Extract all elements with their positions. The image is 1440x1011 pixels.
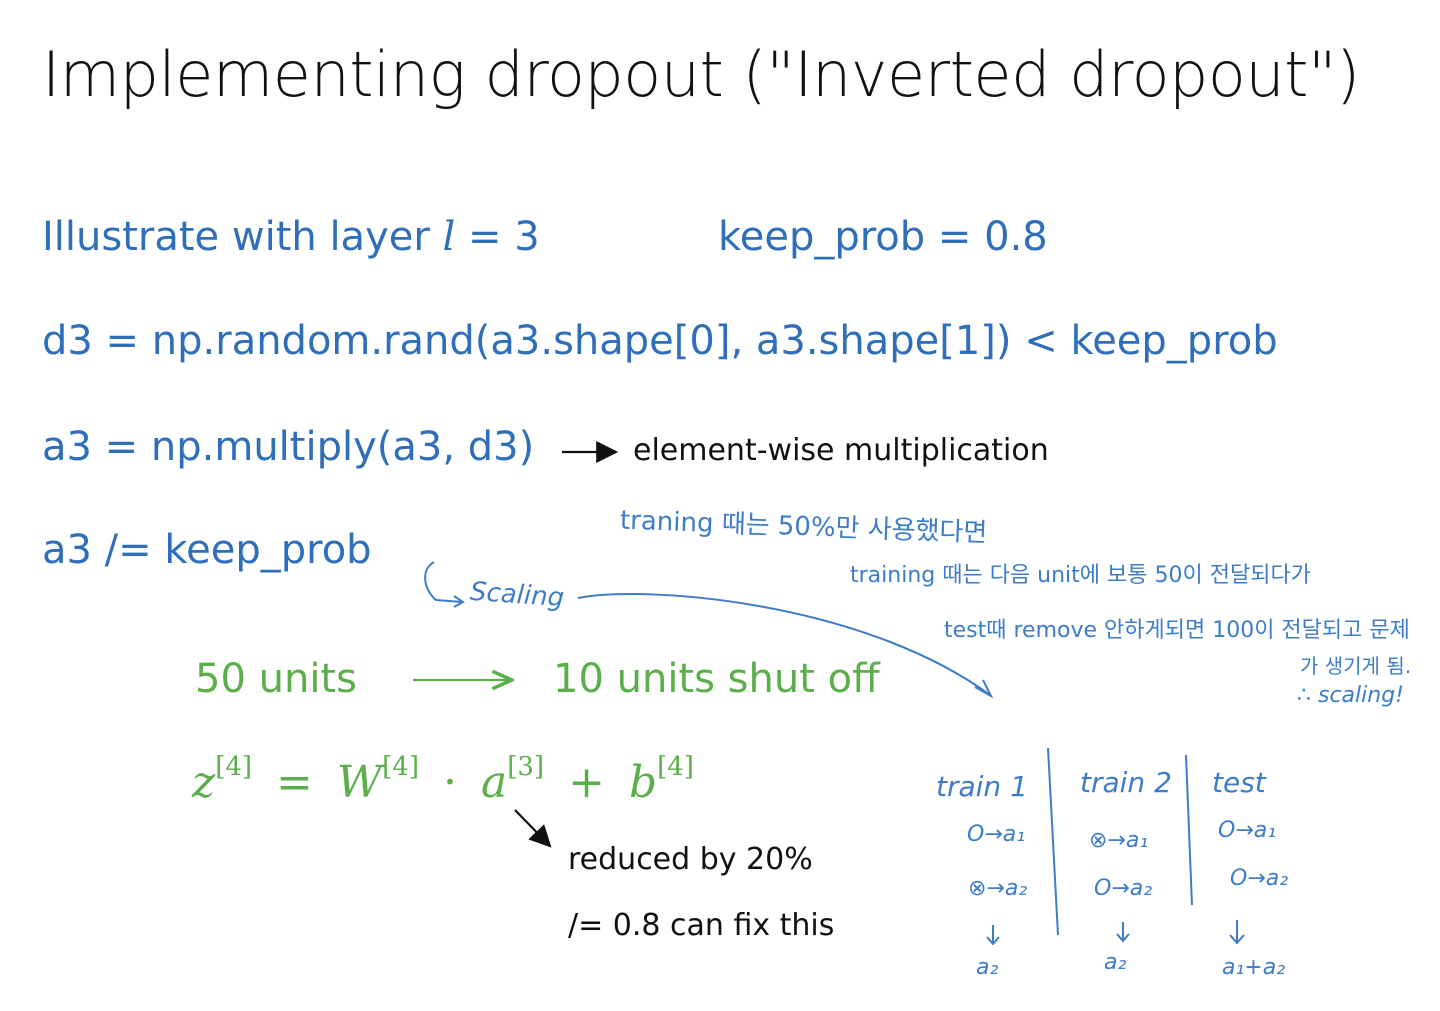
reduced-note: reduced by 20% [568, 842, 813, 877]
illustrate-suffix: = 3 [455, 214, 540, 260]
test-result: a₁+a₂ [1222, 955, 1286, 980]
down-arrow-1 [986, 925, 1000, 946]
eq-b-sup: [4] [657, 752, 694, 782]
handwritten-note-3: test때 remove 안하게되면 100이 전달되고 문제 [944, 618, 1410, 643]
scaling-curve-arrow-tip [974, 679, 994, 699]
eq-b: b [628, 757, 658, 808]
train2-result: a₂ [1104, 950, 1127, 975]
illustrate-prefix: Illustrate with layer [42, 214, 443, 260]
slide-title: Implementing dropout ("Inverted dropout"… [42, 38, 1360, 111]
handwritten-note-2: training 때는 다음 unit에 보통 50이 전달되다가 [850, 563, 1311, 588]
layer-symbol: l [442, 214, 456, 260]
eq-W-sup: [4] [382, 752, 419, 782]
down-arrow-2 [1116, 922, 1130, 943]
eq-a-sup: [3] [507, 752, 545, 782]
column-head-test: test [1212, 766, 1266, 799]
eq-z: z [192, 757, 216, 808]
elementwise-note: element-wise multiplication [633, 433, 1049, 468]
units-right: 10 units shut off [553, 656, 880, 702]
test-row2: O→a₂ [1230, 866, 1289, 891]
code-a3-divide: a3 /= keep_prob [42, 527, 372, 573]
forward-equation: z[4] = W[4] · a[3] + b[4] [192, 752, 694, 808]
handwritten-scaling: Scaling [469, 576, 566, 614]
reduced-arrow [514, 809, 552, 848]
handwritten-note-5: ∴ scaling! [1297, 683, 1404, 708]
units-left: 50 units [195, 656, 357, 702]
code-d3: d3 = np.random.rand(a3.shape[0], a3.shap… [42, 318, 1278, 364]
keep-prob-label: keep_prob = 0.8 [718, 214, 1048, 260]
eq-plus: + [568, 757, 605, 808]
down-arrow-3 [1229, 920, 1245, 945]
eq-dot: · [442, 757, 457, 808]
eq-z-sup: [4] [215, 752, 253, 782]
eq-W: W [336, 757, 383, 808]
code-a3-multiply: a3 = np.multiply(a3, d3) [42, 424, 535, 470]
train1-result: a₂ [976, 955, 999, 980]
train2-row2: O→a₂ [1094, 876, 1153, 901]
handwritten-note-4: 가 생기게 됨. [1300, 654, 1412, 678]
column-divider-1 [1047, 747, 1059, 936]
train2-row1: ⊗→a₁ [1089, 828, 1149, 853]
column-divider-2 [1185, 754, 1193, 906]
test-row1: O→a₁ [1218, 818, 1277, 843]
slide: Implementing dropout ("Inverted dropout"… [0, 0, 1440, 1011]
train1-row1: O→a₁ [967, 822, 1026, 847]
train1-row2: ⊗→a₂ [968, 876, 1028, 901]
handwritten-note-1: traning 때는 50%만 사용했다면 [619, 505, 988, 549]
column-head-train2: train 2 [1080, 766, 1172, 799]
column-head-train1: train 1 [936, 770, 1028, 803]
scaling-hook-tip [453, 595, 465, 608]
illustrate-line: Illustrate with layer l = 3 [42, 214, 540, 260]
eq-equals: = [276, 757, 313, 808]
eq-a: a [480, 757, 508, 808]
fix-note: /= 0.8 can fix this [568, 908, 835, 943]
scaling-hook [424, 561, 463, 603]
